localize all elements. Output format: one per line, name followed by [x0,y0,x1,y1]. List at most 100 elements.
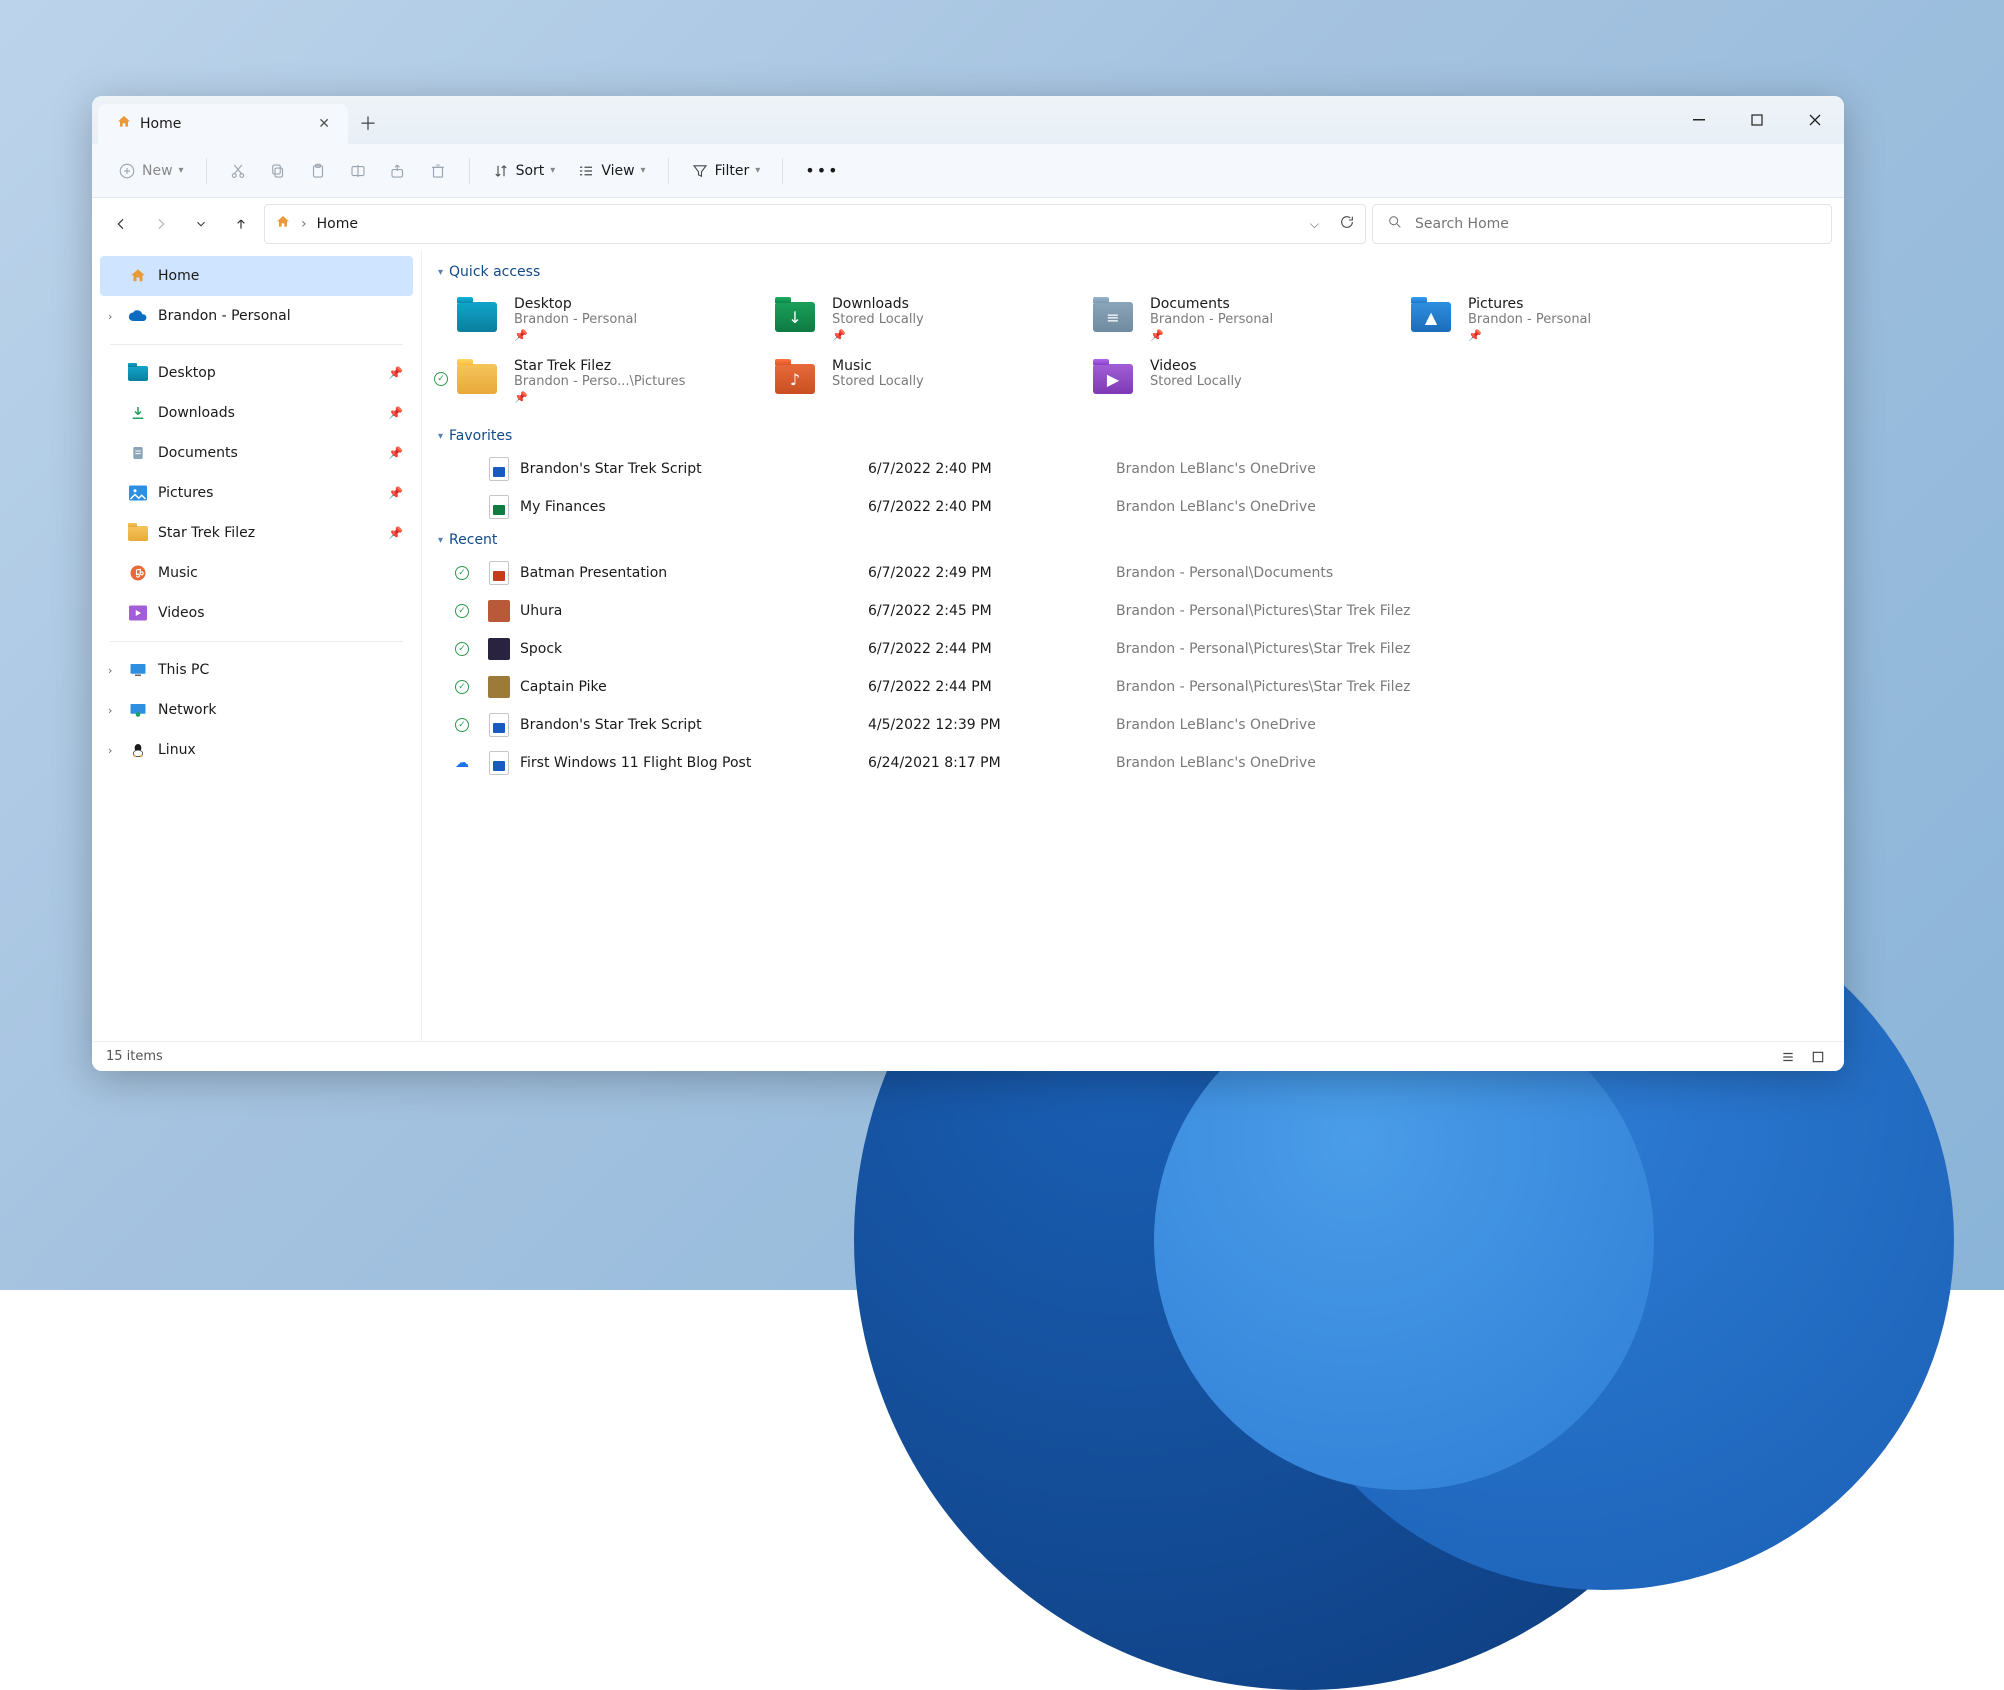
sidebar-item-pictures[interactable]: Pictures📌 [100,473,413,513]
tab-home[interactable]: Home ✕ [98,104,348,144]
file-date: 6/7/2022 2:44 PM [868,679,1108,695]
view-button-label: View [601,163,634,179]
share-button[interactable] [381,156,415,186]
address-bar[interactable]: › Home ⌵ [264,204,1366,244]
close-window-button[interactable] [1786,96,1844,144]
section-favorites-header[interactable]: ▾ Favorites [434,422,1832,450]
up-button[interactable] [224,207,258,241]
sidebar-item-videos[interactable]: Videos [100,593,413,633]
folder-name: Star Trek Filez [514,358,685,374]
file-row[interactable]: ✓Brandon's Star Trek Script4/5/2022 12:3… [434,706,1832,744]
tab-close-button[interactable]: ✕ [314,112,334,136]
folder-icon: ✓ [452,358,502,400]
quick-access-item[interactable]: ↓DownloadsStored Locally📌 [770,292,1070,346]
new-button-label: New [142,163,173,179]
file-row[interactable]: ✓Spock6/7/2022 2:44 PMBrandon - Personal… [434,630,1832,668]
recent-locations-button[interactable] [184,207,218,241]
sidebar-item-network[interactable]: ›Network [100,690,413,730]
file-row[interactable]: ✓Uhura6/7/2022 2:45 PMBrandon - Personal… [434,592,1832,630]
folder-icon [452,296,502,338]
sidebar-item-linux[interactable]: ›Linux [100,730,413,770]
maximize-button[interactable] [1728,96,1786,144]
more-button[interactable]: ••• [797,155,847,186]
section-title: Favorites [449,428,512,444]
file-type-icon [488,458,510,480]
file-row[interactable]: My Finances6/7/2022 2:40 PMBrandon LeBla… [434,488,1832,526]
folder-name: Videos [1150,358,1242,374]
file-date: 6/24/2021 8:17 PM [868,755,1108,771]
file-location: Brandon LeBlanc's OneDrive [1116,755,1822,771]
sidebar-item-music[interactable]: Music [100,553,413,593]
music-icon [128,563,148,583]
sidebar-item-star-trek-filez[interactable]: Star Trek Filez📌 [100,513,413,553]
forward-button[interactable] [144,207,178,241]
quick-access-item[interactable]: ▶VideosStored Locally [1088,354,1388,408]
file-row[interactable]: Brandon's Star Trek Script6/7/2022 2:40 … [434,450,1832,488]
new-tab-button[interactable]: ＋ [348,102,388,144]
minimize-button[interactable] [1670,96,1728,144]
sync-status-icon: ✓ [455,566,469,580]
sidebar-item-home[interactable]: Home [100,256,413,296]
pin-icon: 📌 [388,366,403,380]
sidebar-item-documents[interactable]: Documents📌 [100,433,413,473]
documents-icon [128,443,148,463]
sidebar-item-brandon-personal[interactable]: ›Brandon - Personal [100,296,413,336]
sidebar-item-downloads[interactable]: Downloads📌 [100,393,413,433]
file-row[interactable]: ☁First Windows 11 Flight Blog Post6/24/2… [434,744,1832,782]
videos-icon [128,603,148,623]
sidebar-item-this-pc[interactable]: ›This PC [100,650,413,690]
file-date: 4/5/2022 12:39 PM [868,717,1108,733]
chevron-right-icon: › [108,704,112,717]
breadcrumb-location[interactable]: Home [317,216,358,232]
search-box[interactable] [1372,204,1832,244]
quick-access-item[interactable]: ▲PicturesBrandon - Personal📌 [1406,292,1706,346]
paste-button[interactable] [301,156,335,186]
file-name: Batman Presentation [520,565,860,581]
section-recent-header[interactable]: ▾ Recent [434,526,1832,554]
desktop-icon [128,363,148,383]
quick-access-item[interactable]: DesktopBrandon - Personal📌 [452,292,752,346]
folder-icon: ▶ [1088,358,1138,400]
quick-access-item[interactable]: ≡DocumentsBrandon - Personal📌 [1088,292,1388,346]
filter-button[interactable]: Filter ▾ [683,156,769,186]
delete-button[interactable] [421,156,455,186]
refresh-button[interactable] [1339,214,1355,234]
sort-button[interactable]: Sort ▾ [484,156,564,186]
quick-access-item[interactable]: ✓Star Trek FilezBrandon - Perso...\Pictu… [452,354,752,408]
folder-name: Pictures [1468,296,1591,312]
rename-button[interactable] [341,156,375,186]
pin-icon: 📌 [1150,329,1273,342]
chevron-down-icon: ▾ [641,165,646,176]
chevron-down-icon: ▾ [438,267,443,278]
address-dropdown-button[interactable]: ⌵ [1310,217,1319,232]
thumbnails-view-button[interactable] [1806,1046,1830,1068]
file-location: Brandon - Personal\Documents [1116,565,1822,581]
sidebar-item-label: Star Trek Filez [158,525,255,541]
file-location: Brandon LeBlanc's OneDrive [1116,717,1822,733]
sidebar-item-desktop[interactable]: Desktop📌 [100,353,413,393]
copy-button[interactable] [261,156,295,186]
titlebar: Home ✕ ＋ [92,96,1844,144]
status-bar: 15 items [92,1041,1844,1071]
details-view-button[interactable] [1776,1046,1800,1068]
folder-icon [128,523,148,543]
back-button[interactable] [104,207,138,241]
file-row[interactable]: ✓Captain Pike6/7/2022 2:44 PMBrandon - P… [434,668,1832,706]
chevron-right-icon: › [108,310,112,323]
view-button[interactable]: View ▾ [569,156,653,186]
file-name: Brandon's Star Trek Script [520,717,860,733]
section-title: Quick access [449,264,540,280]
section-quick-access-header[interactable]: ▾ Quick access [434,258,1832,286]
cut-button[interactable] [221,156,255,186]
search-input[interactable] [1415,216,1817,232]
new-button[interactable]: New ▾ [110,156,192,186]
quick-access-item[interactable]: ♪MusicStored Locally [770,354,1070,408]
folder-name: Downloads [832,296,924,312]
file-name: Uhura [520,603,860,619]
file-name: Brandon's Star Trek Script [520,461,860,477]
file-type-icon [488,714,510,736]
file-name: Captain Pike [520,679,860,695]
linux-icon [128,740,148,760]
folder-icon: ♪ [770,358,820,400]
file-row[interactable]: ✓Batman Presentation6/7/2022 2:49 PMBran… [434,554,1832,592]
